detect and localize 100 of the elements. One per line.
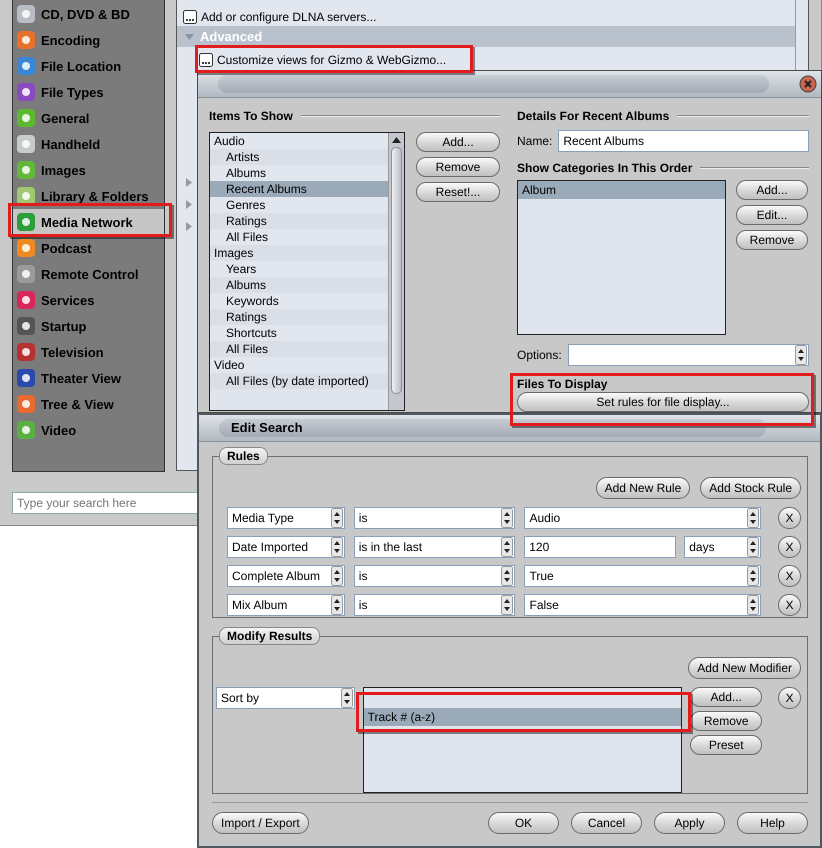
button[interactable]: Add... <box>416 132 500 152</box>
value-field[interactable]: 120 <box>524 536 676 558</box>
dropdown[interactable]: False <box>524 594 762 616</box>
button[interactable]: X <box>778 536 801 558</box>
sidebar-item[interactable]: Media Network <box>13 209 164 235</box>
dropdown[interactable]: Mix Album <box>227 594 345 616</box>
tree-item[interactable]: Ratings <box>210 213 388 229</box>
scroll-thumb[interactable] <box>391 147 402 394</box>
title-bar: Edit Search <box>219 419 766 437</box>
group-label: Modify Results <box>219 627 320 645</box>
button[interactable]: Preset <box>690 735 762 755</box>
name-field[interactable]: Recent Albums <box>558 130 809 152</box>
section-heading: Show Categories In This Order <box>517 161 692 175</box>
dropdown[interactable]: Sort by <box>216 687 355 709</box>
expand-arrow-icon <box>186 178 192 187</box>
sidebar-item[interactable]: Handheld <box>13 131 164 157</box>
tree-item[interactable]: All Files (by date imported) <box>210 373 388 389</box>
tree-item[interactable]: Images <box>210 245 388 261</box>
dropdown[interactable]: is <box>354 594 516 616</box>
field-label: Options: <box>517 348 562 362</box>
ellipsis-button-icon <box>183 10 197 24</box>
spinner-icon <box>340 688 353 708</box>
button[interactable]: Remove <box>736 230 808 250</box>
sidebar-item[interactable]: Theater View <box>13 365 164 391</box>
spinner-icon <box>501 537 514 557</box>
dropdown[interactable]: Date Imported <box>227 536 345 558</box>
button[interactable]: Help <box>737 812 808 834</box>
button[interactable]: Edit... <box>736 205 808 225</box>
button[interactable]: Remove <box>416 157 500 177</box>
spinner-icon <box>330 566 343 586</box>
button[interactable]: Add New Rule <box>596 477 690 499</box>
tree-item[interactable]: Artists <box>210 149 388 165</box>
sidebar-item[interactable]: Remote Control <box>13 261 164 287</box>
spinner-icon <box>747 566 760 586</box>
dropdown[interactable]: Audio <box>524 507 762 529</box>
sidebar-item[interactable]: General <box>13 105 164 131</box>
scroll-up-icon <box>392 137 401 143</box>
button[interactable]: Add New Modifier <box>688 657 801 679</box>
sidebar-item[interactable]: CD, DVD & BD <box>13 1 164 27</box>
sidebar-item[interactable]: Encoding <box>13 27 164 53</box>
button[interactable]: X <box>778 507 801 529</box>
tree-item[interactable]: Ratings <box>210 309 388 325</box>
button[interactable]: Apply <box>654 812 725 834</box>
spinner-icon <box>501 508 514 528</box>
spinner-icon <box>501 595 514 615</box>
button[interactable]: Add... <box>736 180 808 200</box>
spinner-icon <box>747 508 760 528</box>
button[interactable]: Reset!... <box>416 182 500 202</box>
dropdown[interactable]: is in the last <box>354 536 516 558</box>
dropdown[interactable]: Complete Album <box>227 565 345 587</box>
dropdown[interactable] <box>568 344 809 366</box>
sidebar-item[interactable]: Library & Folders <box>13 183 164 209</box>
link[interactable]: Add or configure DLNA servers... <box>201 10 376 24</box>
sidebar-item[interactable]: Tree & View <box>13 391 164 417</box>
button[interactable]: Import / Export <box>212 812 309 834</box>
sidebar-item[interactable]: File Types <box>13 79 164 105</box>
search-field[interactable]: Type your search here <box>12 492 200 514</box>
tree-item[interactable]: All Files <box>210 341 388 357</box>
spinner-icon <box>795 345 807 365</box>
sidebar-item[interactable]: Television <box>13 339 164 365</box>
expand-arrow-icon <box>186 200 192 209</box>
sidebar-item[interactable]: Images <box>13 157 164 183</box>
sidebar-item[interactable]: Services <box>13 287 164 313</box>
button[interactable]: Remove <box>690 711 762 731</box>
spinner-icon <box>330 595 343 615</box>
ellipsis-button-icon <box>199 53 213 67</box>
dropdown[interactable]: days <box>684 536 762 558</box>
button[interactable]: Cancel <box>571 812 642 834</box>
spinner-icon <box>330 508 343 528</box>
section-heading: Files To Display <box>517 377 608 391</box>
dropdown[interactable]: is <box>354 565 516 587</box>
button[interactable]: OK <box>488 812 559 834</box>
sidebar-item[interactable]: File Location <box>13 53 164 79</box>
spinner-icon <box>747 537 760 557</box>
close-icon <box>799 75 817 93</box>
spinner-icon <box>330 537 343 557</box>
spinner-icon <box>747 595 760 615</box>
dropdown[interactable]: is <box>354 507 516 529</box>
sidebar-item[interactable]: Video <box>13 417 164 443</box>
button[interactable]: X <box>778 594 801 616</box>
sidebar-item[interactable]: Podcast <box>13 235 164 261</box>
spinner-icon <box>501 566 514 586</box>
tree-item[interactable]: Albums <box>210 277 388 293</box>
section-heading: Details For Recent Albums <box>517 109 670 123</box>
button[interactable]: X <box>778 565 801 587</box>
group-label: Rules <box>219 447 268 465</box>
button[interactable]: Set rules for file display... <box>517 392 809 412</box>
dropdown[interactable]: Media Type <box>227 507 345 529</box>
scrollbar[interactable] <box>388 133 404 410</box>
link[interactable]: Customize views for Gizmo & WebGizmo... <box>217 53 446 67</box>
button[interactable]: X <box>778 687 801 709</box>
field-label: Name: <box>517 134 552 148</box>
tree-item[interactable]: Recent Albums <box>210 181 388 197</box>
list-item[interactable]: Album <box>518 181 725 199</box>
sidebar-item[interactable]: Startup <box>13 313 164 339</box>
dropdown[interactable]: True <box>524 565 762 587</box>
button[interactable]: Add... <box>690 687 762 707</box>
button[interactable]: Add Stock Rule <box>700 477 801 499</box>
section-heading: Items To Show <box>209 109 293 123</box>
list-item[interactable]: Track # (a-z) <box>364 708 682 726</box>
